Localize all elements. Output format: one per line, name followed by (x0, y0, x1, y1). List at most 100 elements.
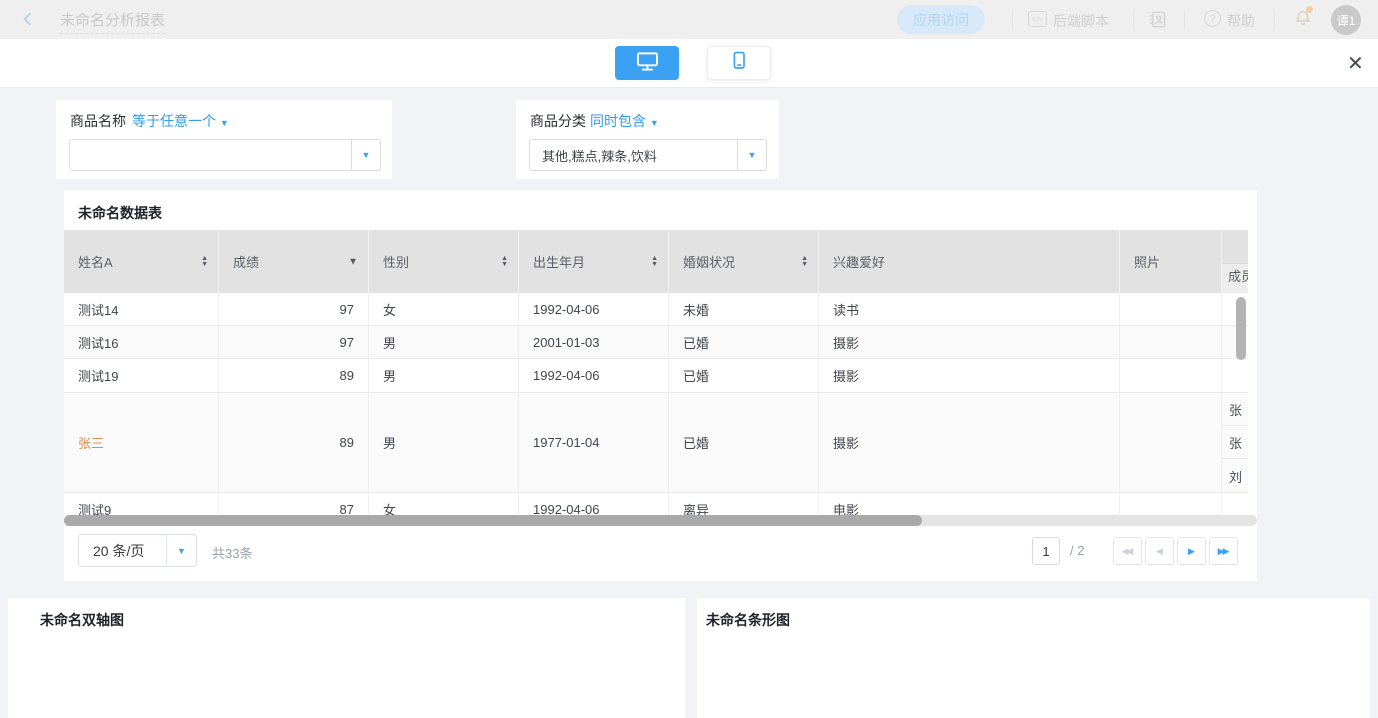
cell-score: 89 (219, 393, 369, 492)
avatar[interactable]: 谭1 (1331, 5, 1361, 35)
cell-member: 张 张 刘 (1222, 393, 1248, 492)
cell-hobby: 摄影 (819, 393, 1120, 492)
filter-value-input-wrap: ▼ (69, 139, 381, 171)
cell-birth: 1992-04-06 (519, 359, 669, 392)
divider (1012, 12, 1013, 28)
mobile-view-toggle[interactable] (707, 46, 771, 80)
column-header-hobby[interactable]: 兴趣爱好 (819, 230, 1120, 293)
cell-marital: 已婚 (669, 326, 819, 358)
sort-desc-icon[interactable]: ▼ (348, 256, 358, 267)
filter-operator-dropdown[interactable]: 等于任意一个 ▼ (132, 111, 229, 131)
app-access-button[interactable]: 应用访问 (897, 5, 985, 34)
close-icon[interactable]: ✕ (1347, 51, 1364, 76)
cell-gender: 男 (369, 393, 519, 492)
cell-birth: 1992-04-06 (519, 293, 669, 325)
cell-gender: 女 (369, 293, 519, 325)
filter-value-input[interactable] (530, 148, 737, 163)
cell-photo (1120, 359, 1222, 392)
desktop-view-toggle[interactable] (615, 46, 679, 80)
page-size-caret[interactable]: ▼ (166, 535, 196, 566)
caret-down-icon: ▼ (220, 118, 229, 128)
cell-hobby: 摄影 (819, 359, 1120, 392)
page-number-input[interactable] (1032, 537, 1060, 565)
table-row[interactable]: 测试14 97 女 1992-04-06 未婚 读书 (64, 293, 1248, 326)
filter-product-category: 商品分类 同时包含 ▼ ▼ (516, 100, 779, 179)
column-header-marital[interactable]: 婚姻状况 ▲▼ (669, 230, 819, 293)
cell-birth: 2001-01-03 (519, 326, 669, 358)
filter-product-name: 商品名称 等于任意一个 ▼ ▼ (56, 100, 392, 179)
help-icon[interactable]: ? (1204, 10, 1221, 27)
cell-score: 97 (219, 293, 369, 325)
chart-title: 未命名双轴图 (40, 610, 124, 630)
sort-icon[interactable]: ▲▼ (201, 256, 208, 268)
cell-photo (1120, 393, 1222, 492)
total-count: 共33条 (212, 543, 252, 562)
report-title[interactable]: 未命名分析报表 (60, 9, 165, 34)
back-icon[interactable] (20, 11, 36, 32)
page-size-value: 20 条/页 (79, 541, 166, 561)
prev-page-button[interactable]: ◀ (1145, 537, 1174, 565)
cell-name: 测试14 (64, 293, 219, 325)
backend-script-button[interactable]: 后端脚本 (1053, 11, 1109, 31)
sort-icon[interactable]: ▲▼ (501, 256, 508, 268)
table-row[interactable]: 测试19 89 男 1992-04-06 已婚 摄影 (64, 359, 1248, 393)
table-title: 未命名数据表 (78, 203, 162, 223)
phone-icon (729, 50, 749, 76)
column-header-gender[interactable]: 性别 ▲▼ (369, 230, 519, 293)
column-header-photo[interactable]: 照片 (1120, 230, 1222, 293)
caret-down-icon: ▼ (650, 118, 659, 128)
filter-dropdown-button[interactable]: ▼ (737, 140, 766, 170)
member-sub-cell: 刘 (1222, 459, 1248, 492)
cell-name: 张三 (64, 393, 219, 492)
next-page-button[interactable]: ▶ (1177, 537, 1206, 565)
caret-down-icon: ▼ (177, 546, 186, 556)
filter-label: 商品分类 (530, 111, 586, 131)
member-sub-cell: 张 (1222, 393, 1248, 426)
table-row[interactable]: 测试16 97 男 2001-01-03 已婚 摄影 (64, 326, 1248, 359)
page-count: / 2 (1070, 543, 1084, 558)
filter-dropdown-button[interactable]: ▼ (351, 140, 380, 170)
preview-toolbar: ✕ (0, 39, 1378, 88)
column-header-member[interactable]: 成员 (1222, 230, 1248, 293)
cell-birth: 1977-01-04 (519, 393, 669, 492)
cell-score: 89 (219, 359, 369, 392)
divider (1184, 12, 1185, 28)
cell-marital: 已婚 (669, 393, 819, 492)
help-button[interactable]: 帮助 (1227, 11, 1255, 31)
cell-marital: 未婚 (669, 293, 819, 325)
column-header-birth[interactable]: 出生年月 ▲▼ (519, 230, 669, 293)
column-header-score[interactable]: 成绩 ▼ (219, 230, 369, 293)
filter-value-input[interactable] (70, 148, 351, 163)
sort-icon[interactable]: ▲▼ (651, 256, 658, 268)
contact-book-icon[interactable] (1148, 10, 1167, 34)
first-page-button[interactable]: ◀◀ (1113, 537, 1142, 565)
code-icon: </> (1028, 11, 1047, 27)
vertical-scrollbar-thumb[interactable] (1236, 297, 1246, 360)
cell-gender: 男 (369, 359, 519, 392)
caret-down-icon: ▼ (362, 150, 371, 160)
table-header: 姓名A ▲▼ 成绩 ▼ 性别 ▲▼ 出生年月 ▲▼ 婚姻状况 ▲▼ 兴趣爱好 照… (64, 230, 1248, 293)
column-header-name[interactable]: 姓名A ▲▼ (64, 230, 219, 293)
filter-label: 商品名称 (70, 111, 126, 131)
divider (1133, 12, 1134, 28)
top-bar: 未命名分析报表 应用访问 </> 后端脚本 ? 帮助 谭1 (0, 0, 1378, 39)
caret-down-icon: ▼ (748, 150, 757, 160)
member-sub-cell: 张 (1222, 426, 1248, 459)
divider (1274, 12, 1275, 28)
notification-dot (1306, 6, 1313, 13)
filter-operator-dropdown[interactable]: 同时包含 ▼ (590, 111, 659, 131)
chart-title: 未命名条形图 (706, 610, 790, 630)
cell-member (1222, 359, 1248, 392)
cell-score: 97 (219, 326, 369, 358)
cell-name: 测试16 (64, 326, 219, 358)
data-table-card: 未命名数据表 姓名A ▲▼ 成绩 ▼ 性别 ▲▼ 出生年月 ▲▼ 婚姻状况 ▲▼… (64, 190, 1257, 581)
cell-hobby: 摄影 (819, 326, 1120, 358)
cell-marital: 已婚 (669, 359, 819, 392)
cell-name: 测试19 (64, 359, 219, 392)
record-link[interactable]: 张三 (78, 433, 104, 452)
horizontal-scrollbar-thumb[interactable] (64, 515, 922, 526)
page-size-select[interactable]: 20 条/页 ▼ (78, 534, 197, 567)
table-row[interactable]: 张三 89 男 1977-01-04 已婚 摄影 张 张 刘 (64, 393, 1248, 493)
sort-icon[interactable]: ▲▼ (801, 256, 808, 268)
last-page-button[interactable]: ▶▶ (1209, 537, 1238, 565)
